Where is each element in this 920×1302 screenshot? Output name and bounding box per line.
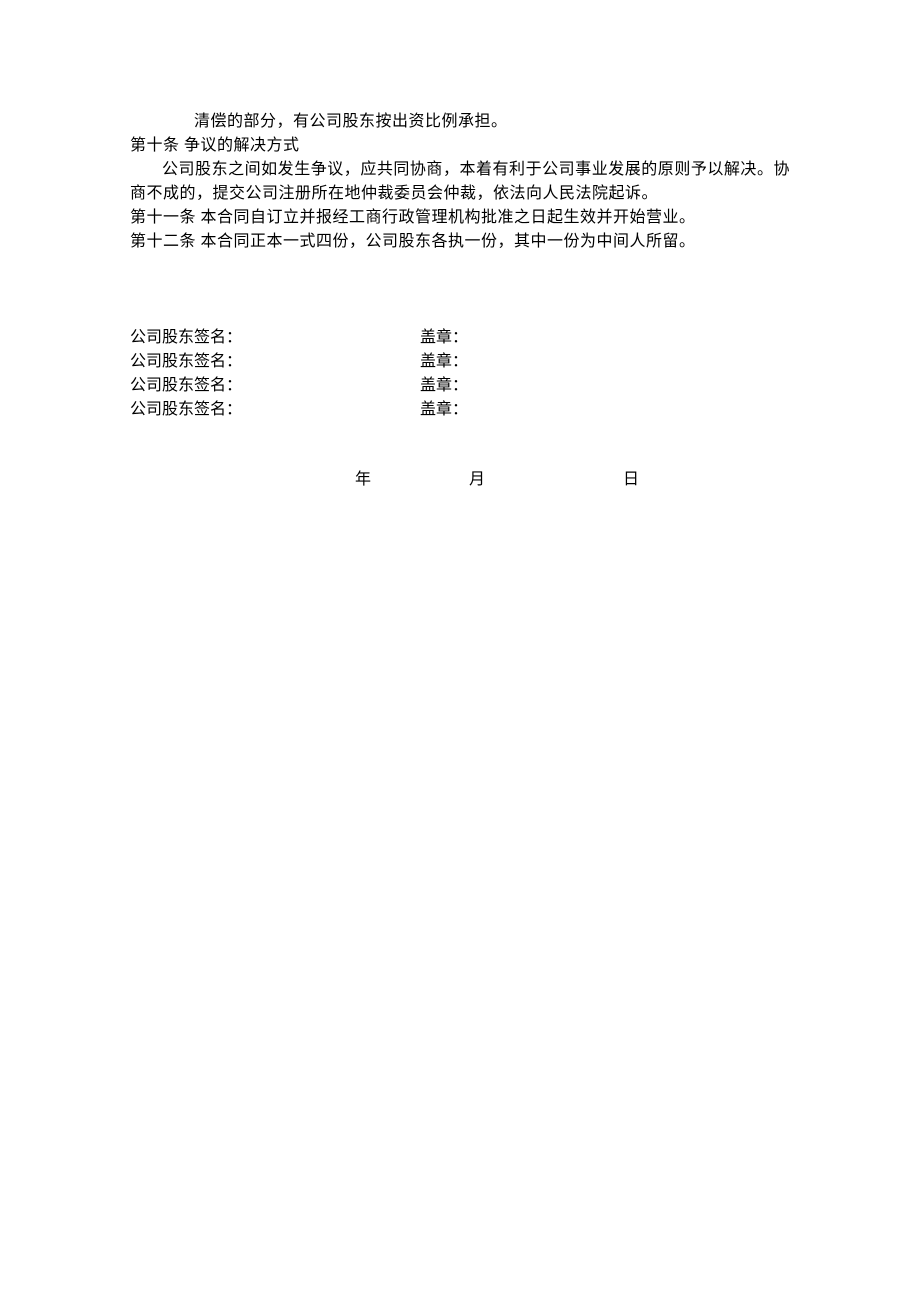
date-year-label: 年 [355, 468, 465, 492]
signature-label: 公司股东签名： [130, 398, 420, 422]
signature-label: 公司股东签名： [130, 374, 420, 398]
seal-label: 盖章： [420, 374, 468, 398]
seal-label: 盖章： [420, 326, 468, 350]
article-11-text: 第十一条 本合同自订立并报经工商行政管理机构批准之日起生效并开始营业。 [130, 206, 790, 230]
article-10-text-a: 公司股东之间如发生争议，应共同协商，本着有利于公司事业发展的原则予以解决。协 [130, 158, 790, 182]
signature-row: 公司股东签名： 盖章： [130, 398, 790, 422]
date-month-label: 月 [469, 468, 619, 492]
continuation-text: 清偿的部分，有公司股东按出资比例承担。 [130, 110, 790, 134]
signature-row: 公司股东签名： 盖章： [130, 326, 790, 350]
date-day-label: 日 [623, 468, 639, 492]
date-row: 年 月 日 [130, 468, 790, 492]
seal-label: 盖章： [420, 350, 468, 374]
seal-label: 盖章： [420, 398, 468, 422]
article-12-text: 第十二条 本合同正本一式四份，公司股东各执一份，其中一份为中间人所留。 [130, 230, 790, 254]
signature-row: 公司股东签名： 盖章： [130, 350, 790, 374]
signatures-block: 公司股东签名： 盖章： 公司股东签名： 盖章： 公司股东签名： 盖章： 公司股东… [130, 326, 790, 422]
signature-label: 公司股东签名： [130, 326, 420, 350]
signature-label: 公司股东签名： [130, 350, 420, 374]
signature-row: 公司股东签名： 盖章： [130, 374, 790, 398]
article-10-text-b: 商不成的，提交公司注册所在地仲裁委员会仲裁，依法向人民法院起诉。 [130, 182, 790, 206]
article-10-heading: 第十条 争议的解决方式 [130, 134, 790, 158]
